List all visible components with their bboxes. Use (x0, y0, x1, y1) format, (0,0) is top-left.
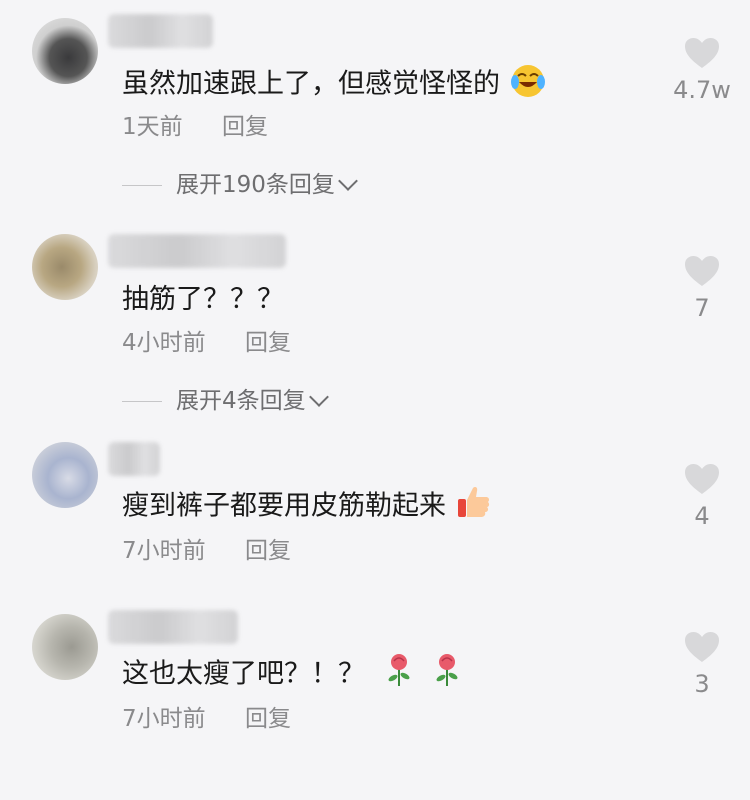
like-button[interactable]: 4 (672, 462, 732, 530)
divider (122, 400, 162, 402)
heart-icon (685, 256, 719, 286)
username[interactable] (108, 442, 160, 476)
comment-text-content: 瘦到裤子都要用皮筋勒起来 (122, 490, 446, 522)
avatar[interactable] (32, 234, 98, 300)
username[interactable] (108, 14, 213, 48)
crying-laughing-face-icon (509, 62, 547, 108)
like-count: 3 (694, 670, 710, 698)
comment-meta: 7小时前 回复 (122, 704, 291, 734)
avatar[interactable] (32, 18, 98, 84)
comment-meta: 1天前 回复 (122, 112, 268, 142)
chevron-down-icon (338, 171, 358, 191)
comment-text: 这也太瘦了吧？！？ (122, 652, 462, 698)
comment-item: 虽然加速跟上了，但感觉怪怪的 1天前 回复 展开190条回复 4.7w (0, 0, 750, 200)
comment-item: 这也太瘦了吧？！？ 7小时前 回复 3 (0, 600, 750, 800)
heart-icon (685, 464, 719, 494)
comment-time: 7小时前 (122, 706, 206, 732)
thumbs-up-icon (455, 484, 491, 530)
comment-text: 抽筋了？？？ (122, 282, 284, 318)
expand-replies-label: 展开190条回复 (176, 172, 335, 198)
avatar[interactable] (32, 442, 98, 508)
divider (122, 184, 162, 186)
heart-icon (685, 632, 719, 662)
expand-replies-label: 展开4条回复 (176, 388, 306, 414)
comment-time: 4小时前 (122, 330, 206, 356)
like-count: 7 (694, 294, 710, 322)
comment-item: 抽筋了？？？ 4小时前 回复 展开4条回复 7 (0, 220, 750, 420)
comment-text-content: 这也太瘦了吧？！？ (122, 658, 365, 690)
avatar[interactable] (32, 614, 98, 680)
comment-text: 瘦到裤子都要用皮筋勒起来 (122, 484, 491, 530)
heart-icon (685, 38, 719, 68)
comment-text-content: 虽然加速跟上了，但感觉怪怪的 (122, 68, 500, 100)
reply-button[interactable]: 回复 (222, 114, 268, 140)
like-button[interactable]: 7 (672, 254, 732, 322)
chevron-down-icon (308, 387, 329, 407)
username[interactable] (108, 234, 286, 268)
comment-meta: 4小时前 回复 (122, 328, 291, 358)
rose-icon (384, 652, 414, 698)
like-count: 4 (694, 502, 710, 530)
reply-button[interactable]: 回复 (245, 538, 291, 564)
comment-time: 1天前 (122, 114, 183, 140)
reply-button[interactable]: 回复 (245, 706, 291, 732)
comment-time: 7小时前 (122, 538, 206, 564)
like-button[interactable]: 3 (672, 630, 732, 698)
expand-replies-button[interactable]: 展开190条回复 (122, 170, 358, 200)
comment-text-content: 抽筋了？？？ (122, 284, 284, 315)
like-count: 4.7w (673, 76, 731, 104)
reply-button[interactable]: 回复 (245, 330, 291, 356)
rose-icon (432, 652, 462, 698)
comment-meta: 7小时前 回复 (122, 536, 291, 566)
expand-replies-button[interactable]: 展开4条回复 (122, 386, 329, 416)
username[interactable] (108, 610, 238, 644)
comment-text: 虽然加速跟上了，但感觉怪怪的 (122, 62, 547, 108)
like-button[interactable]: 4.7w (672, 36, 732, 104)
